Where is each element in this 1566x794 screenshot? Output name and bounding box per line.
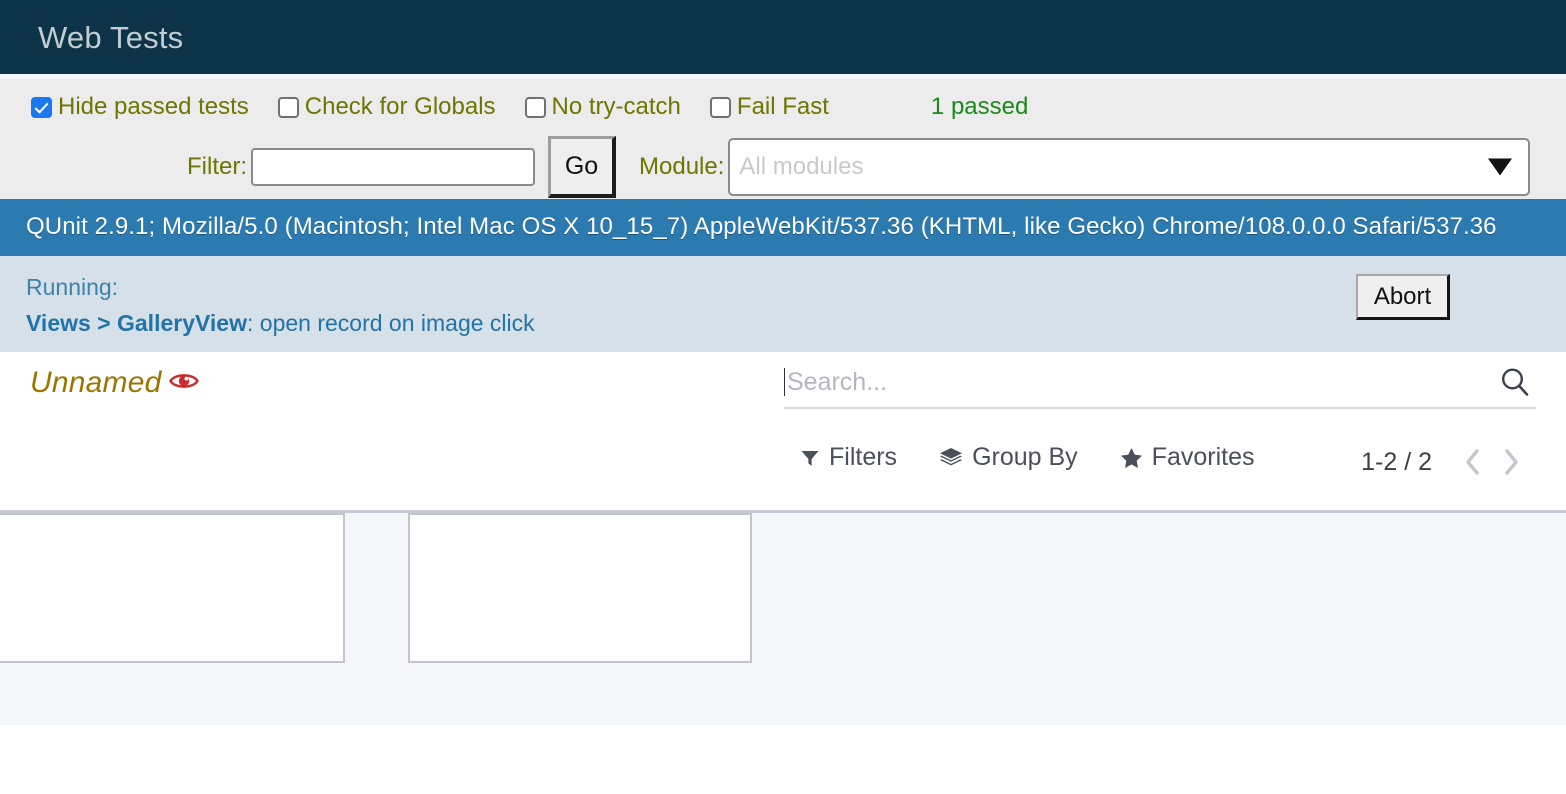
control-panel-buttons: Filters Group By Favor: [800, 445, 1296, 470]
checkbox-no-try-catch-box[interactable]: [525, 97, 546, 118]
checkbox-no-try-catch-label: No try-catch: [552, 95, 681, 119]
pager: 1-2 / 2: [1361, 447, 1530, 477]
search-placeholder: Search...: [787, 370, 1536, 395]
text-cursor: [784, 368, 785, 396]
checkbox-fail-fast[interactable]: Fail Fast: [710, 95, 829, 119]
checkbox-check-for-globals-box[interactable]: [278, 97, 299, 118]
passed-count-status: 1 passed: [931, 95, 1028, 119]
searchview: Search...: [784, 357, 1536, 409]
running-module-path: Views > GalleryView: [26, 310, 247, 336]
toolbar-filter-row: Filter: Go Module: All modules: [0, 135, 1566, 199]
search-icon[interactable]: [1498, 365, 1532, 402]
filters-button-label: Filters: [829, 445, 897, 470]
group-by-button-label: Group By: [972, 445, 1078, 470]
favorites-button[interactable]: Favorites: [1120, 445, 1255, 470]
test-result-banner: Running: Views > GalleryView: open recor…: [0, 256, 1566, 352]
abort-button[interactable]: Abort: [1356, 274, 1450, 320]
favorites-button-label: Favorites: [1152, 445, 1255, 470]
running-test-name: Views > GalleryView: open record on imag…: [26, 305, 1566, 341]
running-test-title: : open record on image click: [247, 310, 535, 336]
checkbox-hide-passed-tests-box[interactable]: [31, 97, 52, 118]
breadcrumb: Unnamed: [30, 368, 199, 398]
qunit-fixture: Unnamed Search...: [0, 352, 1566, 725]
filter-input[interactable]: [251, 148, 535, 186]
filter-icon: [800, 448, 820, 468]
page-title: Web Tests: [38, 22, 183, 53]
breadcrumb-record-name: Unnamed: [30, 368, 161, 398]
checkbox-check-for-globals-label: Check for Globals: [305, 95, 496, 119]
pager-next-button[interactable]: [1492, 447, 1530, 477]
checkbox-hide-passed-tests[interactable]: Hide passed tests: [31, 95, 249, 119]
layers-icon: [939, 447, 963, 469]
star-icon: [1120, 447, 1143, 469]
checkbox-fail-fast-label: Fail Fast: [737, 95, 829, 119]
module-select-value: All modules: [730, 155, 863, 179]
qunit-header: Web Tests: [0, 0, 1566, 74]
filter-label: Filter:: [187, 155, 247, 179]
user-agent-banner: QUnit 2.9.1; Mozilla/5.0 (Macintosh; Int…: [0, 199, 1566, 256]
running-label: Running:: [26, 269, 1566, 305]
search-input[interactable]: Search...: [784, 357, 1536, 409]
pager-previous-button[interactable]: [1454, 447, 1492, 477]
chevron-down-icon: [1488, 159, 1512, 176]
testrunner-toolbar: Hide passed tests Check for Globals No t…: [0, 79, 1566, 199]
filters-button[interactable]: Filters: [800, 445, 897, 470]
control-panel: Unnamed Search...: [0, 352, 1566, 510]
checkbox-fail-fast-box[interactable]: [710, 97, 731, 118]
module-select[interactable]: All modules: [728, 138, 1530, 196]
pager-value[interactable]: 1-2 / 2: [1361, 450, 1432, 475]
checkbox-check-for-globals[interactable]: Check for Globals: [278, 95, 496, 119]
eye-icon: [169, 371, 199, 396]
checkbox-hide-passed-tests-label: Hide passed tests: [58, 95, 249, 119]
gallery-card[interactable]: [0, 513, 345, 663]
gallery-card[interactable]: [408, 513, 752, 663]
checkbox-no-try-catch[interactable]: No try-catch: [525, 95, 681, 119]
toolbar-checkbox-row: Hide passed tests Check for Globals No t…: [0, 79, 1566, 135]
gallery-view: [0, 510, 1566, 725]
module-label: Module:: [639, 155, 724, 179]
group-by-button[interactable]: Group By: [939, 445, 1078, 470]
go-button[interactable]: Go: [548, 136, 616, 198]
